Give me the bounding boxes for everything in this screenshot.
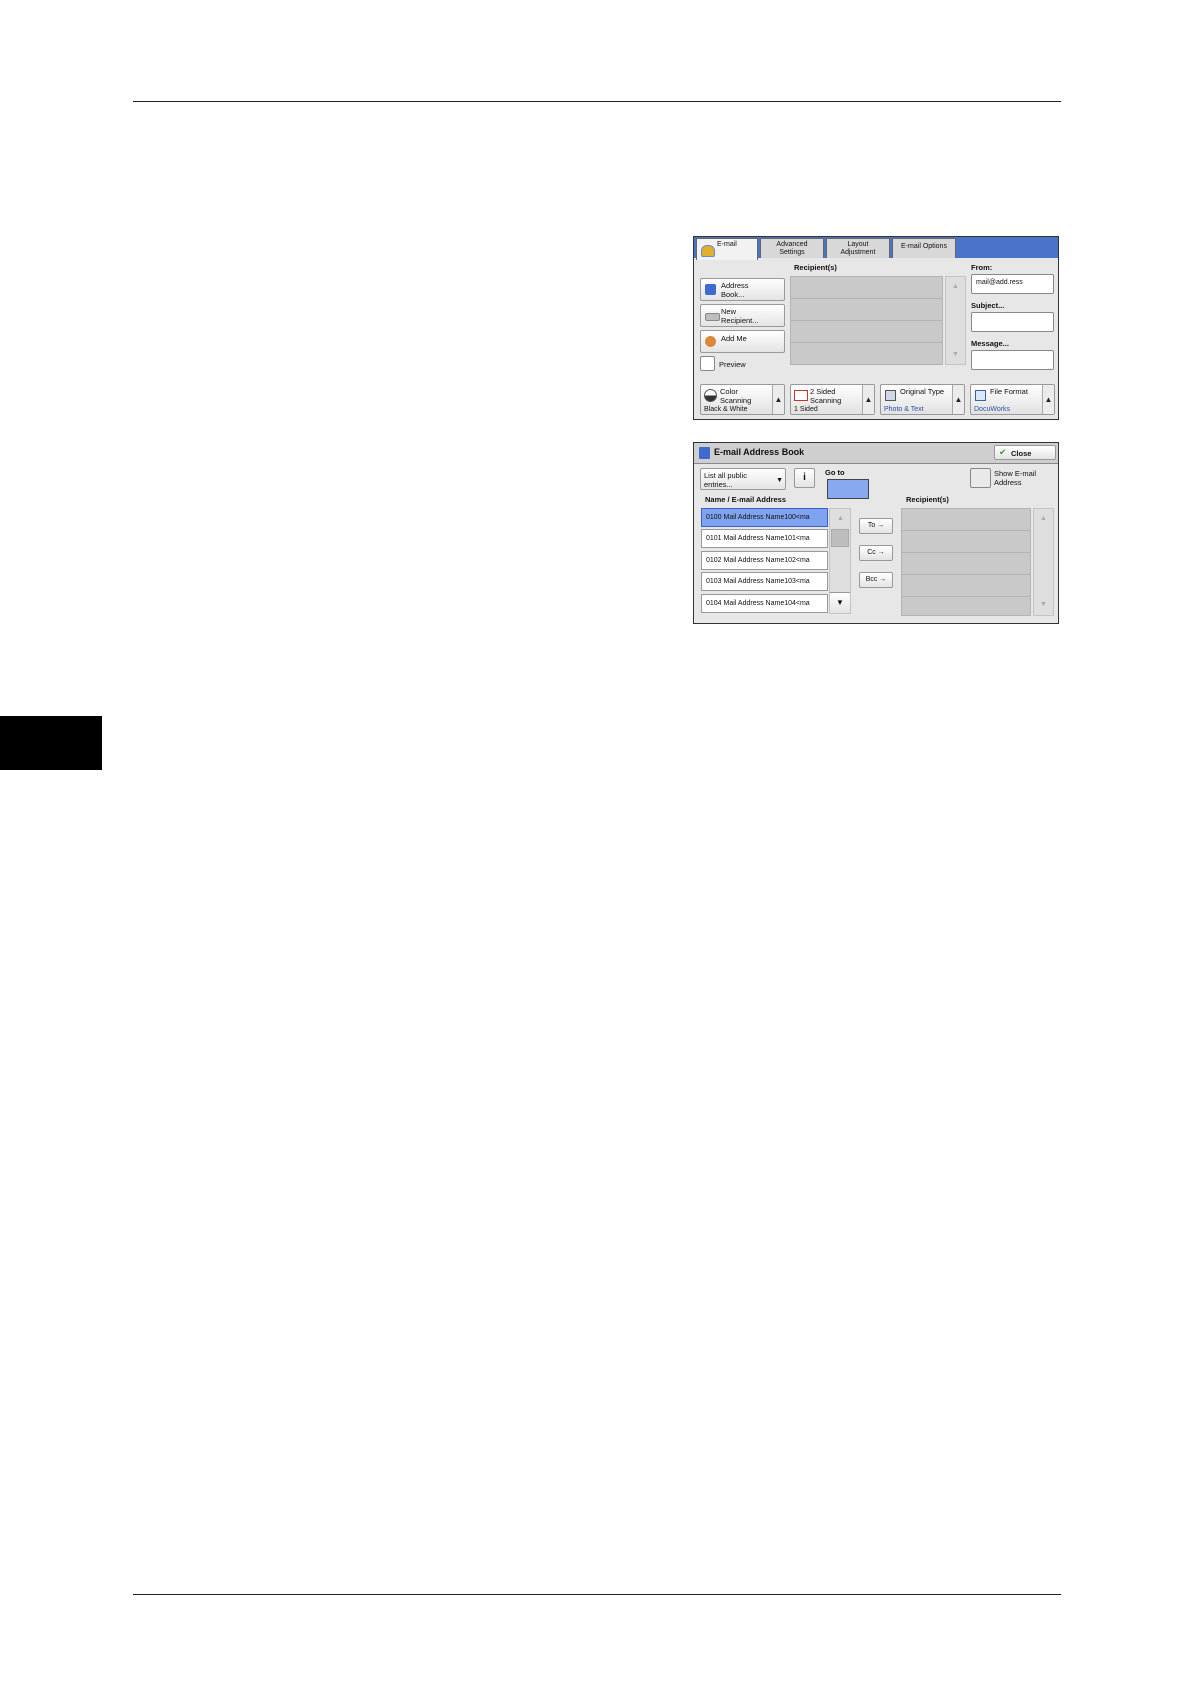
recipients-header: Recipient(s): [906, 495, 949, 504]
tab-email-options[interactable]: E-mail Options: [892, 238, 956, 258]
from-field[interactable]: mail@add.ress: [971, 274, 1054, 294]
footer-rule: [133, 1594, 1061, 1595]
recipient-row[interactable]: [790, 342, 943, 365]
to-button[interactable]: To →: [859, 518, 893, 534]
new-recipient-button[interactable]: New Recipient...: [700, 304, 785, 327]
scroll-up-icon: ▲: [952, 283, 959, 290]
recipients-scrollbar[interactable]: ▲ ▼: [945, 276, 966, 365]
chevron-up-icon: ▲: [862, 385, 874, 414]
info-icon: i: [803, 472, 806, 483]
tab-email[interactable]: E-mail: [696, 238, 758, 260]
address-book-icon: [699, 447, 710, 459]
recipient-row[interactable]: [790, 298, 943, 321]
go-to-label: Go to: [825, 468, 845, 477]
address-entry-row[interactable]: 0100 Mail Address Name100<ma: [701, 508, 828, 527]
recipients-header: Recipient(s): [794, 263, 837, 272]
entries-scrollbar[interactable]: ▲ ▼: [829, 508, 851, 614]
color-scanning-icon: [704, 389, 717, 402]
chevron-up-icon: ▲: [1042, 385, 1054, 414]
scroll-up-icon: ▲: [1040, 515, 1047, 522]
user-icon: [705, 336, 716, 347]
tab-advanced-settings[interactable]: Advanced Settings: [760, 238, 824, 258]
show-email-checkbox[interactable]: [970, 468, 991, 488]
tab-layout-adjustment[interactable]: Layout Adjustment: [826, 238, 890, 258]
scroll-thumb[interactable]: [831, 529, 849, 547]
title-bar: E-mail Address Book ✔ Close: [694, 443, 1058, 464]
scroll-down-icon: ▼: [1040, 601, 1047, 608]
chevron-up-icon: ▲: [772, 385, 784, 414]
close-button[interactable]: ✔ Close: [994, 445, 1056, 460]
address-entry-row[interactable]: 0102 Mail Address Name102<ma: [701, 551, 828, 570]
go-to-field[interactable]: [827, 479, 869, 499]
address-book-button[interactable]: Address Book...: [700, 278, 785, 301]
scroll-down-icon: ▼: [952, 351, 959, 358]
file-format-icon: [975, 390, 986, 401]
list-filter-dropdown[interactable]: List all public entries... ▼: [700, 468, 786, 490]
screen-title: E-mail Address Book: [714, 447, 805, 457]
chevron-up-icon: ▲: [952, 385, 964, 414]
address-book-screen: E-mail Address Book ✔ Close List all pub…: [693, 442, 1059, 624]
original-type-button[interactable]: Original Type Photo & Text ▲: [880, 384, 965, 415]
keyboard-icon: [705, 313, 720, 321]
check-icon: ✔: [999, 447, 1007, 457]
preview-checkbox[interactable]: [700, 356, 715, 371]
recipient-row[interactable]: [901, 596, 1031, 616]
recipient-row[interactable]: [901, 530, 1031, 553]
address-entry-row[interactable]: 0101 Mail Address Name101<ma: [701, 529, 828, 548]
subject-field[interactable]: [971, 312, 1054, 332]
recipient-row[interactable]: [901, 574, 1031, 597]
message-field[interactable]: [971, 350, 1054, 370]
address-entry-row[interactable]: 0103 Mail Address Name103<ma: [701, 572, 828, 591]
address-book-icon: [705, 284, 716, 295]
bcc-button[interactable]: Bcc →: [859, 572, 893, 588]
recipients-scrollbar[interactable]: ▲ ▼: [1033, 508, 1054, 616]
two-sided-icon: [794, 390, 808, 401]
from-label: From:: [971, 263, 993, 272]
message-label: Message...: [971, 339, 1009, 348]
scroll-down-icon: ▼: [836, 598, 844, 607]
address-entry-row[interactable]: 0104 Mail Address Name104<ma: [701, 594, 828, 613]
name-header: Name / E-mail Address: [705, 495, 787, 504]
info-button[interactable]: i: [794, 468, 815, 488]
email-tab-icon: [701, 245, 715, 257]
file-format-button[interactable]: File Format DocuWorks ▲: [970, 384, 1055, 415]
email-screen: E-mail Advanced Settings Layout Adjustme…: [693, 236, 1059, 420]
recipient-row[interactable]: [790, 320, 943, 343]
scroll-down-button[interactable]: ▼: [830, 592, 850, 613]
recipient-row[interactable]: [790, 276, 943, 299]
original-type-icon: [885, 390, 896, 401]
show-email-label: Show E-mail Address: [994, 469, 1037, 487]
recipient-row[interactable]: [901, 552, 1031, 575]
preview-label: Preview: [719, 360, 746, 369]
color-scanning-button[interactable]: Color Scanning Black & White ▲: [700, 384, 785, 415]
header-rule: [133, 101, 1061, 102]
cc-button[interactable]: Cc →: [859, 545, 893, 561]
chapter-thumb-tab: [0, 716, 102, 770]
add-me-button[interactable]: Add Me: [700, 330, 785, 353]
scroll-up-icon: ▲: [837, 515, 844, 522]
two-sided-scanning-button[interactable]: 2 Sided Scanning 1 Sided ▲: [790, 384, 875, 415]
recipient-row[interactable]: [901, 508, 1031, 531]
subject-label: Subject...: [971, 301, 1005, 310]
chevron-down-icon: ▼: [776, 477, 783, 484]
